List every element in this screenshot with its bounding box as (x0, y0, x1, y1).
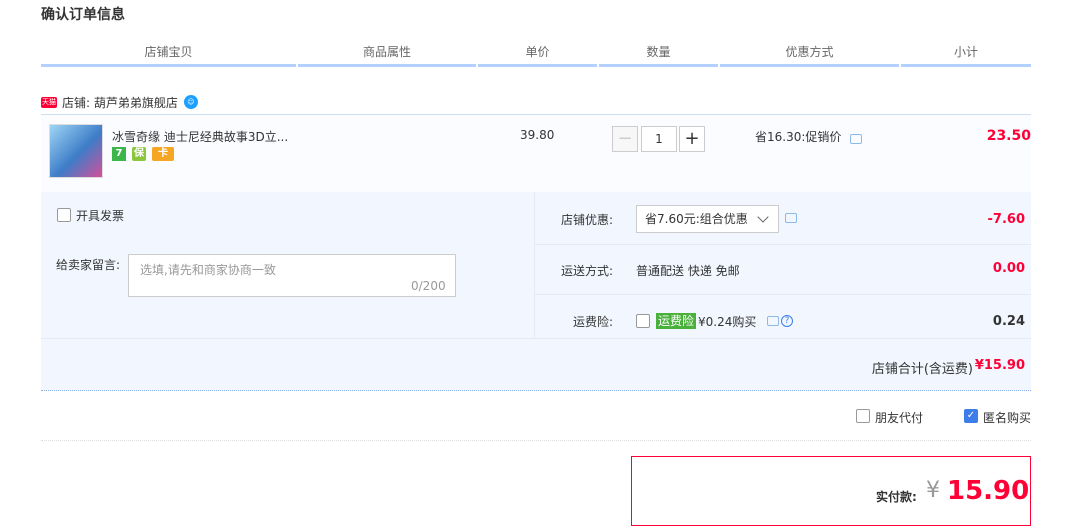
card-payment-icon: 卡 (152, 147, 174, 161)
section-divider (41, 440, 1031, 442)
cart-item-row (41, 114, 1031, 193)
seven-day-return-icon: 7 (112, 147, 126, 161)
payment-label: 实付款: (876, 490, 917, 504)
tmall-icon: 天猫 (41, 96, 57, 108)
shop-total-value: ¥15.90 (974, 358, 1025, 373)
quantity-decrease-button[interactable]: − (612, 126, 638, 152)
column-header-subtotal: 小计 (901, 44, 1031, 67)
invoice-checkbox[interactable] (57, 208, 71, 222)
shop-total-label: 店铺合计(含运费) (871, 362, 973, 377)
message-placeholder: 选填,请先和商家协商一致 (140, 263, 276, 277)
wangwang-chat-icon[interactable]: ☺ (183, 95, 198, 109)
discount-info-icon[interactable] (785, 213, 797, 223)
message-char-count: 0/200 (411, 279, 446, 293)
promo-info-icon[interactable] (850, 134, 862, 144)
column-header-promotion: 优惠方式 (720, 44, 899, 67)
insurance-amount: 0.24 (992, 314, 1025, 329)
product-title[interactable]: 冰雪奇缘 迪士尼经典故事3D立... (112, 128, 288, 145)
quantity-input[interactable]: 1 (641, 126, 677, 152)
shop-discount-label: 店铺优惠: (561, 213, 614, 227)
unit-price: 39.80 (520, 128, 555, 142)
panel-divider (535, 294, 1031, 295)
friend-pay-label[interactable]: 朋友代付 (875, 409, 923, 426)
panel-divider (41, 338, 1031, 339)
column-header-unit-price: 单价 (478, 44, 597, 67)
panel-divider (535, 244, 1031, 245)
help-icon[interactable]: ? (781, 315, 793, 327)
insurance-chat-icon[interactable] (767, 316, 779, 326)
insurance-checkbox[interactable] (636, 314, 650, 328)
payment-currency: ¥ (926, 478, 940, 503)
promotion-text: 省16.30:促销价 (755, 130, 842, 144)
shop-name[interactable]: 店铺: 葫芦弟弟旗舰店 (62, 94, 178, 111)
product-thumbnail[interactable] (49, 124, 103, 178)
shop-discount-select[interactable]: 省7.60元:组合优惠 (636, 205, 779, 233)
quantity-increase-button[interactable]: + (679, 126, 705, 152)
insurance-label: 运费险: (573, 315, 614, 329)
invoice-label[interactable]: 开具发票 (76, 207, 124, 224)
insurance-tag: 运费险 (656, 313, 697, 329)
column-header-quantity: 数量 (599, 44, 718, 67)
anonymous-label[interactable]: 匿名购买 (983, 409, 1031, 426)
payment-amount: 15.90 (947, 476, 1030, 506)
shipping-method: 普通配送 快递 免邮 (636, 264, 740, 278)
page-title: 确认订单信息 (41, 7, 125, 23)
message-label: 给卖家留言: (56, 258, 121, 272)
friend-pay-checkbox[interactable] (856, 409, 870, 423)
item-subtotal: 23.50 (986, 128, 1031, 144)
insurance-price: ¥0.24购买 (698, 315, 757, 329)
anonymous-checkbox[interactable]: ✓ (964, 409, 978, 423)
panel-divider (534, 192, 535, 338)
column-header-item: 店铺宝贝 (41, 44, 296, 67)
shipping-label: 运送方式: (561, 264, 614, 278)
shipping-amount: 0.00 (992, 261, 1025, 276)
shop-discount-amount: -7.60 (987, 212, 1025, 227)
guarantee-icon: 保 (132, 147, 146, 161)
column-header-attributes: 商品属性 (298, 44, 476, 67)
shop-row: 天猫 店铺: 葫芦弟弟旗舰店 ☺ (41, 93, 198, 111)
